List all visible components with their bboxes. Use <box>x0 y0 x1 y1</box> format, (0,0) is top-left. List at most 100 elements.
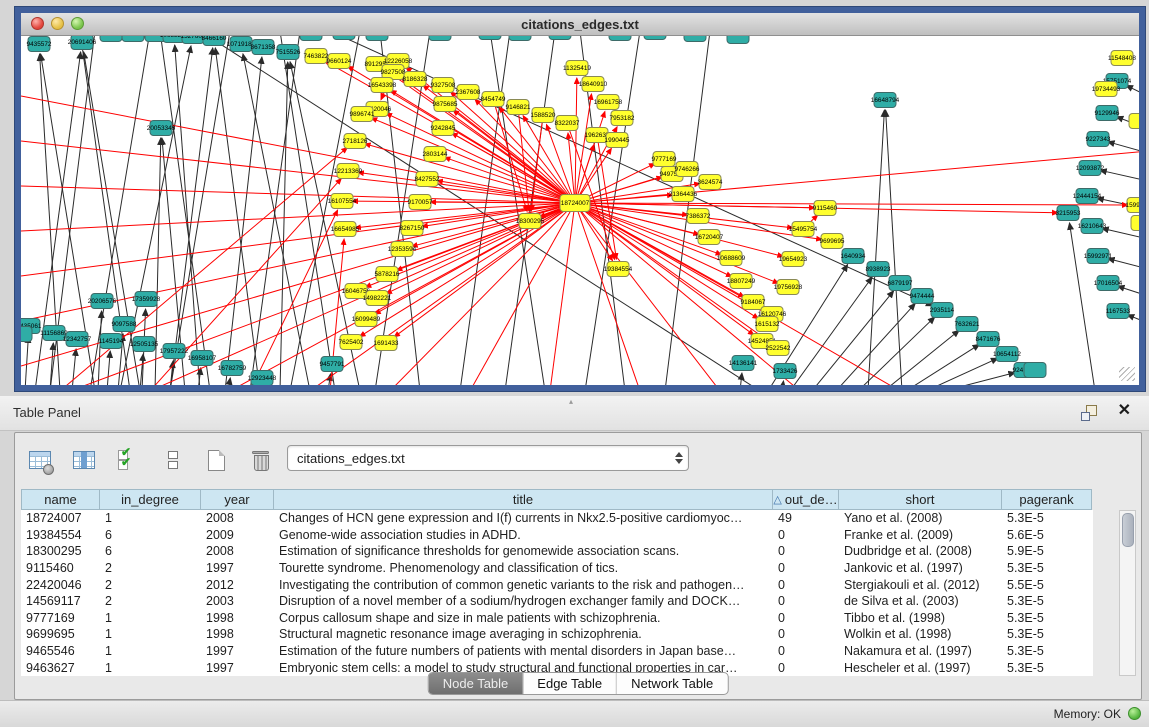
table-cell: 1 <box>100 644 201 658</box>
graph-edge-black[interactable] <box>858 317 935 385</box>
graph-edge-black[interactable] <box>812 291 894 385</box>
show-column-button[interactable] <box>69 444 99 476</box>
table-row[interactable]: 977716911998Corpus callosum shape and si… <box>21 610 1093 627</box>
graph-node[interactable] <box>21 327 32 342</box>
table-row[interactable]: 1938455462009Genome-wide association stu… <box>21 527 1093 544</box>
graph-edge-black[interactable] <box>1108 142 1139 153</box>
network-canvas-svg[interactable]: 9435572206914061065328715276028466160107… <box>21 36 1139 385</box>
table-row[interactable]: 969969511998Structural magnetic resonanc… <box>21 626 1093 643</box>
table-cell: 5.3E-5 <box>1002 511 1092 525</box>
graph-node[interactable] <box>479 36 501 40</box>
graph-edge-black[interactable] <box>884 330 959 385</box>
graph-edge-black[interactable] <box>280 36 335 385</box>
graph-edge-black[interactable] <box>290 36 360 385</box>
graph-edge-black[interactable] <box>782 381 784 385</box>
graph-edge-black[interactable] <box>25 336 28 385</box>
graph-edge-black[interactable] <box>1100 170 1139 181</box>
graph-node[interactable] <box>1131 216 1139 231</box>
graph-edge-black[interactable] <box>280 62 288 385</box>
table-row[interactable]: 911546021997Tourette syndrome. Phenomeno… <box>21 560 1093 577</box>
table-settings-button[interactable] <box>25 444 55 476</box>
splitter-handle[interactable]: ▴ <box>569 397 573 406</box>
graph-node[interactable] <box>727 36 749 44</box>
table-cell: 9777169 <box>21 611 100 625</box>
graph-node[interactable] <box>509 36 531 41</box>
graph-node[interactable] <box>300 36 322 41</box>
graph-edge-black[interactable] <box>107 351 110 385</box>
column-header-title[interactable]: title <box>274 489 773 510</box>
table-cell: Nakamura et al. (1997) <box>839 644 1002 658</box>
graph-edge-red[interactable] <box>21 186 575 203</box>
graph-node[interactable] <box>549 36 571 40</box>
graph-node-label: 8136304 <box>428 36 453 37</box>
graph-edge-black[interactable] <box>1108 259 1139 269</box>
tab-network-table[interactable]: Network Table <box>616 673 727 694</box>
tab-node-table[interactable]: Node Table <box>429 673 523 694</box>
tab-edge-table[interactable]: Edge Table <box>522 673 616 694</box>
table-cell: 0 <box>773 594 839 608</box>
graph-edge-black[interactable] <box>225 57 262 385</box>
column-header-in_degree[interactable]: in_degree <box>100 489 201 510</box>
close-panel-icon[interactable]: ✕ <box>1118 401 1131 421</box>
graph-edge-black[interactable] <box>740 373 742 385</box>
table-vertical-scrollbar[interactable] <box>1119 510 1136 676</box>
graph-edge-black[interactable] <box>886 110 902 385</box>
graph-node[interactable] <box>684 36 706 42</box>
graph-edge-black[interactable] <box>90 36 150 385</box>
column-header-out_de[interactable]: △out_de… <box>773 489 839 510</box>
graph-edge-black[interactable] <box>790 277 872 385</box>
graph-edge-black[interactable] <box>1118 286 1139 296</box>
dropdown-stepper-icon <box>670 446 688 470</box>
close-window-button[interactable] <box>31 17 44 30</box>
zoom-window-button[interactable] <box>71 17 84 30</box>
table-row[interactable]: 1456911722003Disruption of a novel membe… <box>21 593 1093 610</box>
graph-edge-black[interactable] <box>228 378 230 385</box>
network-window-titlebar[interactable]: citations_edges.txt <box>21 13 1139 36</box>
graph-edge-black[interactable] <box>868 110 884 385</box>
table-row[interactable]: 946554611997Estimation of the future num… <box>21 643 1093 660</box>
create-table-button[interactable] <box>201 444 231 476</box>
float-panel-icon[interactable] <box>1081 405 1097 421</box>
graph-node-label: 16107554 <box>328 198 357 205</box>
graph-node-label: 14982221 <box>363 295 392 302</box>
row-selection-mode-button[interactable]: ✔✔ <box>113 444 143 476</box>
minimize-window-button[interactable] <box>51 17 64 30</box>
graph-node[interactable] <box>1024 363 1046 378</box>
graph-edge-black[interactable] <box>836 303 915 385</box>
table-row[interactable]: 2242004622012Investigating the contribut… <box>21 576 1093 593</box>
graph-node[interactable] <box>100 36 122 42</box>
column-header-label: pagerank <box>1019 492 1073 507</box>
table-row[interactable]: 1872400712008Changes of HCN gene express… <box>21 510 1093 527</box>
graph-edge-black[interactable] <box>1069 223 1095 385</box>
delete-table-button[interactable] <box>245 444 275 476</box>
scrollbar-thumb[interactable] <box>1122 513 1134 547</box>
graph-edge-black[interactable] <box>250 36 300 385</box>
column-header-name[interactable]: name <box>21 489 100 510</box>
row-height-button[interactable] <box>157 444 187 476</box>
column-header-pagerank[interactable]: pagerank <box>1002 489 1092 510</box>
graph-node[interactable] <box>366 36 388 41</box>
graph-node[interactable] <box>333 36 355 40</box>
graph-node[interactable] <box>609 36 631 41</box>
column-header-short[interactable]: short <box>839 489 1002 510</box>
table-row[interactable]: 1830029562008Estimation of significance … <box>21 543 1093 560</box>
graph-edge-red[interactable] <box>575 78 577 203</box>
canvas-resize-grip[interactable] <box>1119 367 1135 381</box>
graph-edge-red[interactable] <box>550 203 575 385</box>
graph-node[interactable] <box>644 36 666 40</box>
graph-node[interactable] <box>122 36 144 42</box>
graph-edge-black[interactable] <box>328 374 331 385</box>
memory-ok-indicator[interactable] <box>1128 707 1141 720</box>
graph-edge-black[interactable] <box>170 48 213 385</box>
graph-edge-black[interactable] <box>175 45 200 385</box>
network-canvas[interactable]: 9435572206914061065328715276028466160107… <box>21 36 1139 385</box>
graph-edge-red[interactable] <box>452 133 575 203</box>
graph-edge-red[interactable] <box>60 147 347 385</box>
column-header-year[interactable]: year <box>201 489 274 510</box>
table-cell: 9115460 <box>21 561 100 575</box>
graph-edge-red[interactable] <box>21 96 575 203</box>
graph-edge-black[interactable] <box>944 373 1015 385</box>
graph-node[interactable] <box>1129 114 1139 129</box>
table-cell: 6 <box>100 544 201 558</box>
table-select-dropdown[interactable]: citations_edges.txt <box>287 445 689 471</box>
